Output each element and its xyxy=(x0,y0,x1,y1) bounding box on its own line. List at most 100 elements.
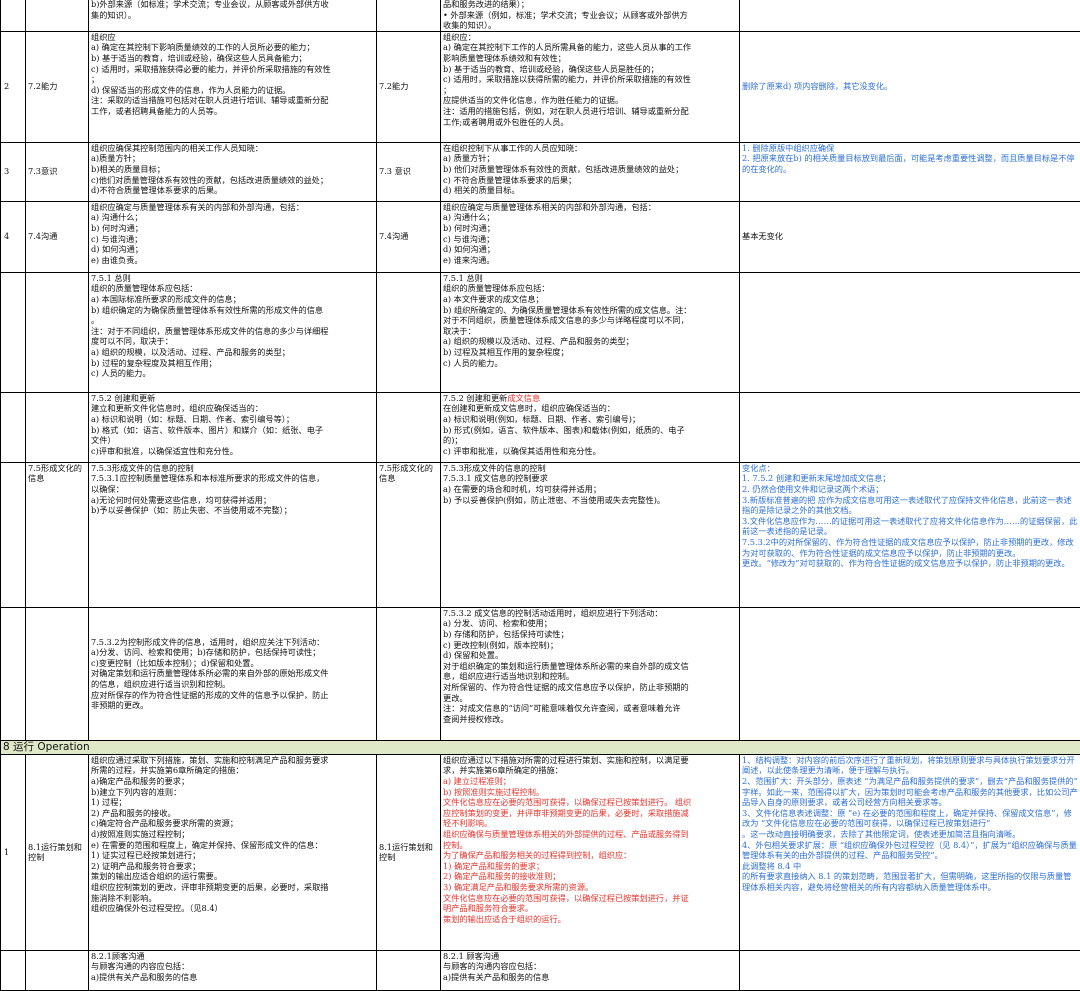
text-line: ； xyxy=(443,85,737,96)
text-line: b) 格式（如：语言、软件版本、图片）和媒介（如：纸张、电子 xyxy=(91,425,374,436)
text-line: 3.新版标准普遍的把 应作为成文信息可用这一表述取代了应保持文件化信息，此前这一… xyxy=(742,495,1078,516)
text-line: 对所保留的、作为符合性证据的成文信息应予以保护，防止非预期的 xyxy=(443,682,737,693)
text-line: 在创建和更新成文信息时，组织应确保适当的： xyxy=(443,403,737,414)
text-line: b) 过程的复杂程度及其相互作用； xyxy=(91,358,374,369)
text-line: 组织应确保外包过程受控。（见8.4） xyxy=(91,903,374,914)
text-line: c) 人员的能力。 xyxy=(91,368,374,379)
text-line: 明产品和服务符合要求。 xyxy=(443,903,737,914)
text-line: d) 保留和处置。 xyxy=(443,650,737,661)
table-row: 7.5.1 总则组织的质量管理体系应包括：a) 本国际标准所要求的形成文件的信息… xyxy=(1,272,1080,392)
text-line: 7.5.3形成文件的信息的控制 xyxy=(91,463,374,474)
text-line: a) 质量方针； xyxy=(443,153,737,164)
text-line: 对于组织确定的策划和运行质量管理体系所必需的来自外部的成文信 xyxy=(443,661,737,672)
row-number: 1 xyxy=(1,754,26,950)
text-line: d) 如何沟通； xyxy=(91,244,374,255)
text-line: 文件） xyxy=(91,435,374,446)
text-line: 1. 7.5.2 创建和更新末尾增加成文信息； xyxy=(742,473,1078,484)
text-line: 对于不同组织，质量管理体系成文信息的多少与详略程度可以不同， xyxy=(443,315,737,326)
text-line: 工作，或者招聘具备能力的人员等。 xyxy=(91,106,374,117)
text-line: a) 本国际标准所要求的形成文件的信息； xyxy=(91,294,374,305)
text-line: 基本无变化 xyxy=(742,231,1078,242)
text-line: 注：适用的措施包括，例如，对在职人员进行培训、辅导或重新分配 xyxy=(443,106,737,117)
text-line: b) 何时沟通； xyxy=(91,223,374,234)
old-content: 组织应确保其控制范围内的相关工作人员知晓：a)质量方针；b)相关的质量目标；c)… xyxy=(89,142,377,201)
new-content: 7.5.3形成文件的信息的控制7.5.3.1 成文信息的控制要求a) 在需要的场… xyxy=(441,462,740,607)
text-line: 控制。 xyxy=(443,840,737,851)
text-line: 与顾客的沟通内容应包括： xyxy=(443,961,737,972)
text-line: 1. 删除原版中组织应确保 xyxy=(742,143,1078,154)
text-line: 删除了原来d) 项内容删除，其它没变化。 xyxy=(742,81,1078,92)
text-line: 7.5.2 创建和更新 xyxy=(91,393,374,404)
text-line: 1) 证实过程已经按策划进行； xyxy=(91,850,374,861)
text-line: b)相关的质量目标； xyxy=(91,164,374,175)
text-line: e) 谁来沟通。 xyxy=(443,255,737,266)
text-line: b)外部来源（如标准；学术交流；专业会议，从顾客或外部供方收 xyxy=(91,0,374,10)
text-line: 3) 确定满足产品和服务要求所需的资源。 xyxy=(443,882,737,893)
text-line: 文件化信息应在必要的范围可获得，以确保过程已按策划进行，并证 xyxy=(443,893,737,904)
text-line: 取决于： xyxy=(443,326,737,337)
new-clause: 7.5形成文化的信息 xyxy=(377,462,441,607)
text-line: 求，并实施第6章所确定的措施： xyxy=(443,765,737,776)
text-line: 更改。“修改为”对可获取的、作为符合性证据的成文信息应予以保护，防止非预期的更改… xyxy=(742,558,1078,569)
text-line: a) 分发、访问、检索和使用； xyxy=(443,618,737,629)
text-line: 7.5.3.2 成文信息的控制活动适用时，组织应进行下列活动： xyxy=(443,608,737,619)
table-row: 2 7.2能力 组织应a) 确定在其控制下影响质量绩效的工作的人员所必要的能力；… xyxy=(1,31,1080,142)
table-row: 8.2.1顾客沟通与顾客沟通的内容应包括：a)提供有关产品和服务的信息 8.2.… xyxy=(1,950,1080,990)
text-line: 文件化信息应在必要的范围可获得，以确保过程已按策划进行。 组织 xyxy=(443,797,737,808)
text-line: c) 不符合质量管理体系要求的后果； xyxy=(443,175,737,186)
text-line: d)不符合质量管理体系要求的后果。 xyxy=(91,185,374,196)
text-line: b)予以妥善保护（如：防止失密、不当使用或不完整）； xyxy=(91,505,374,516)
table-row: 7.5.2 创建和更新建立和更新文件化信息时，组织应确保适当的：a) 标识和说明… xyxy=(1,392,1080,462)
old-content: b)外部来源（如标准；学术交流；专业会议，从顾客或外部供方收集的知识）。 xyxy=(89,0,377,31)
old-clause: 7.3意识 xyxy=(26,142,89,201)
text-line: a) 在需要的场合和时机，均可获得并适用； xyxy=(443,484,737,495)
text-line: 影响质量管理体系绩效和有效性； xyxy=(443,53,737,64)
text-line: 轻不利影响。 xyxy=(443,818,737,829)
text-line: c)他们对质量管理体系有效性的贡献，包括改进质量绩效的益处； xyxy=(91,175,374,186)
text-line: 7.5.3.2为控制形成文件的信息，适用时，组织应关注下列活动： xyxy=(91,637,374,648)
text-line: 3、文件化信息表述调整：原 “e) 在必要的范围和程度上，确定并保持、保留成文信… xyxy=(742,808,1078,829)
change-note: 删除了原来d) 项内容删除，其它没变化。 xyxy=(740,31,1080,142)
text-line: 1、结构调整：对内容的前后次序进行了重新规划，将策划原则要求与具体执行策划要求分… xyxy=(742,755,1078,776)
text-line: 2) 确定产品和服务的接收准则； xyxy=(443,871,737,882)
text-line: 收集的知识）。 xyxy=(443,20,737,31)
text-line: 在组织控制下从事工作的人员应知晓： xyxy=(443,143,737,154)
text-line: b) 组织确定的为确保质量管理体系有效性所需的形成文件的信息 xyxy=(91,305,374,316)
text-line: 7.5.1 总则 xyxy=(443,273,737,284)
change-note: 基本无变化 xyxy=(740,201,1080,272)
text-line: d) 相关的质量目标。 xyxy=(443,185,737,196)
new-clause: 8.1运行策划和控制 xyxy=(377,754,441,950)
text-line: d) 保留适当的形成文件的信息，作为人员能力的证据。 xyxy=(91,85,374,96)
text-line: c) 与谁沟通； xyxy=(91,234,374,245)
text-line: 息，组织应进行适当地识别和控制。 xyxy=(443,671,737,682)
text-line: 所需的过程，并实施第6章所确定的措施： xyxy=(91,765,374,776)
text-line: c)变更控制（比如版本控制）；d)保留和处置。 xyxy=(91,658,374,669)
text-line: 2、范围扩大：开头部分，原表述 “为满足产品和服务提供的要求”，删去“产品和服务… xyxy=(742,776,1078,808)
row-number: 3 xyxy=(1,142,26,201)
text-line: 组织应确定与质量管理体系有关的内部和外部沟通，包括： xyxy=(91,202,374,213)
text-line: a) 确定在其控制下工作的人员所需具备的能力，这些人员从事的工作 xyxy=(443,42,737,53)
old-clause: 7.2能力 xyxy=(26,31,89,142)
text-line: 组织应： xyxy=(443,32,737,43)
text-line: 注：采取的适当措施可包括对在职人员进行培训、辅导或重新分配 xyxy=(91,95,374,106)
text-line: d) 如何沟通； xyxy=(443,244,737,255)
new-title-red: 成文信息 xyxy=(507,393,540,403)
table-row: b)外部来源（如标准；学术交流；专业会议，从顾客或外部供方收集的知识）。 品和服… xyxy=(1,0,1080,31)
table-row: 7.5.3.2为控制形成文件的信息，适用时，组织应关注下列活动：a)分发、访问、… xyxy=(1,607,1080,740)
text-line: 7.5.3形成文件的信息的控制 xyxy=(443,463,737,474)
text-line: a) 建立过程准则； xyxy=(443,776,737,787)
text-line: 与顾客沟通的内容应包括： xyxy=(91,961,374,972)
old-content: 7.5.2 创建和更新建立和更新文件化信息时，组织应确保适当的：a) 标识和说明… xyxy=(89,392,377,462)
text-line: c) 评审和批准，以确保其适用性和充分性。 xyxy=(443,446,737,457)
change-note: 1、结构调整：对内容的前后次序进行了重新规划，将策划原则要求与具体执行策划要求分… xyxy=(740,754,1080,950)
text-line: 应对所保存的作为符合性证据的形成的文件的信息予以保护，防止 xyxy=(91,690,374,701)
text-line: 对确定策划和运行质量管理体系所必需的来自外部的原始形成文件 xyxy=(91,668,374,679)
text-line: 组织应确定与质量管理体系相关的内部和外部沟通，包括： xyxy=(443,202,737,213)
text-line: 。 xyxy=(91,315,374,326)
text-line: e) 在需要的范围和程度上，确定并保持、保留形成文件的信息： xyxy=(91,840,374,851)
new-content: 组织应：a) 确定在其控制下工作的人员所需具备的能力，这些人员从事的工作影响质量… xyxy=(441,31,740,142)
new-content: 组织应通过以下措施对所需的过程进行策划、实施和控制，以满足要求，并实施第6章所确… xyxy=(441,754,740,950)
old-content: 8.2.1顾客沟通与顾客沟通的内容应包括：a)提供有关产品和服务的信息 xyxy=(89,950,377,990)
old-clause: 7.4沟通 xyxy=(26,201,89,272)
new-clause: 7.4沟通 xyxy=(377,201,441,272)
